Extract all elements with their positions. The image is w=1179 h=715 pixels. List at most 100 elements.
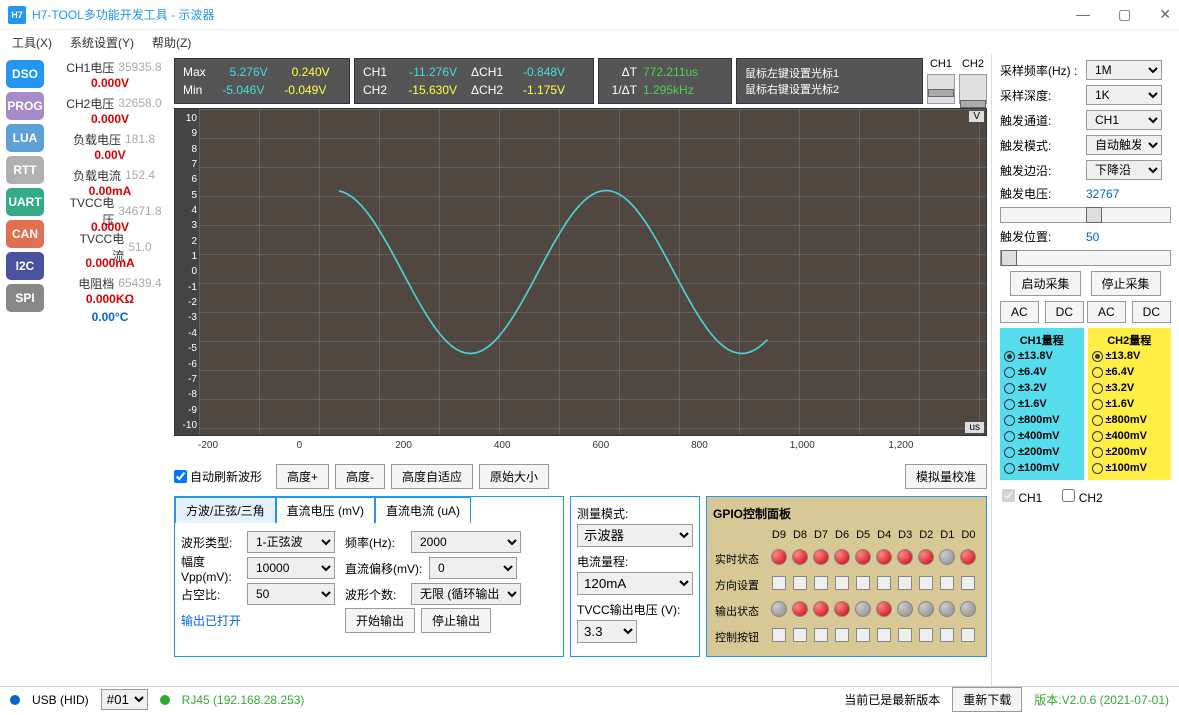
- window-title: H7-TOOL多功能开发工具 - 示波器: [32, 6, 214, 23]
- version-label: 版本:V2.0.6 (2021-07-01): [1034, 691, 1169, 708]
- ch2-ac-button[interactable]: AC: [1087, 301, 1126, 323]
- range-option[interactable]: ±3.2V: [1092, 380, 1168, 396]
- nav-spi[interactable]: SPI: [6, 284, 44, 312]
- height-auto-button[interactable]: 高度自适应: [391, 464, 473, 489]
- ch1-ac-button[interactable]: AC: [1000, 301, 1039, 323]
- gpio-dir-button[interactable]: [814, 576, 828, 590]
- freq-select[interactable]: 2000: [411, 531, 521, 553]
- range-option[interactable]: ±400mV: [1004, 428, 1080, 444]
- oscilloscope-plot[interactable]: 109876543210-1-2-3-4-5-6-7-8-9-10 V us: [174, 108, 987, 436]
- vpp-select[interactable]: 10000: [247, 557, 335, 579]
- tab-dcv[interactable]: 直流电压 (mV): [276, 497, 375, 523]
- gpio-dir-button[interactable]: [772, 576, 786, 590]
- sdepth-select[interactable]: 1K: [1086, 85, 1162, 105]
- range-option[interactable]: ±100mV: [1092, 460, 1168, 476]
- menu-tool[interactable]: 工具(X): [12, 34, 52, 51]
- autorefresh-checkbox[interactable]: 自动刷新波形: [174, 468, 262, 485]
- trigger-volt-slider[interactable]: [1000, 207, 1171, 223]
- ch1-enable-checkbox[interactable]: CH1: [1002, 489, 1042, 505]
- gpio-ctrl-button[interactable]: [856, 628, 870, 642]
- gpio-dir-button[interactable]: [877, 576, 891, 590]
- gpio-dir-button[interactable]: [961, 576, 975, 590]
- count-select[interactable]: 无限 (循环输出): [411, 583, 521, 605]
- tvcc-select[interactable]: 3.3: [577, 620, 637, 643]
- irange-select[interactable]: 120mA: [577, 572, 693, 595]
- range-option[interactable]: ±13.8V: [1004, 348, 1080, 364]
- height-plus-button[interactable]: 高度+: [276, 464, 329, 489]
- gpio-out-led: [855, 601, 871, 617]
- gpio-dir-button[interactable]: [856, 576, 870, 590]
- range-option[interactable]: ±800mV: [1004, 412, 1080, 428]
- ch1-dc-button[interactable]: DC: [1045, 301, 1084, 323]
- gpio-out-led: [960, 601, 976, 617]
- temp-value: 0.00°C: [50, 310, 170, 328]
- gpio-out-led: [876, 601, 892, 617]
- tedge-select[interactable]: 下降沿: [1086, 160, 1162, 180]
- nav-can[interactable]: CAN: [6, 220, 44, 248]
- range-option[interactable]: ±1.6V: [1092, 396, 1168, 412]
- app-logo: H7: [8, 6, 26, 24]
- stop-capture-button[interactable]: 停止采集: [1091, 271, 1161, 296]
- range-option[interactable]: ±3.2V: [1004, 380, 1080, 396]
- gpio-ctrl-button[interactable]: [877, 628, 891, 642]
- gpio-dir-button[interactable]: [919, 576, 933, 590]
- menu-sys[interactable]: 系统设置(Y): [70, 34, 134, 51]
- range-option[interactable]: ±100mV: [1004, 460, 1080, 476]
- tab-waveform[interactable]: 方波/正弦/三角: [175, 497, 276, 523]
- orig-size-button[interactable]: 原始大小: [479, 464, 549, 489]
- close-icon[interactable]: ✕: [1159, 6, 1171, 23]
- range-option[interactable]: ±13.8V: [1092, 348, 1168, 364]
- start-output-button[interactable]: 开始输出: [345, 608, 415, 633]
- nav-prog[interactable]: PROG: [6, 92, 44, 120]
- gpio-ctrl-button[interactable]: [898, 628, 912, 642]
- gpio-dir-button[interactable]: [835, 576, 849, 590]
- ch2-enable-checkbox[interactable]: CH2: [1062, 489, 1102, 505]
- gpio-ctrl-button[interactable]: [814, 628, 828, 642]
- gpio-ctrl-button[interactable]: [961, 628, 975, 642]
- nav-lua[interactable]: LUA: [6, 124, 44, 152]
- calib-button[interactable]: 模拟量校准: [905, 464, 987, 489]
- range-option[interactable]: ±800mV: [1092, 412, 1168, 428]
- meas-mode-select[interactable]: 示波器: [577, 524, 693, 547]
- gpio-dir-button[interactable]: [898, 576, 912, 590]
- tab-dci[interactable]: 直流电流 (uA): [375, 497, 471, 523]
- nav-i2c[interactable]: I2C: [6, 252, 44, 280]
- range-option[interactable]: ±6.4V: [1092, 364, 1168, 380]
- stop-output-button[interactable]: 停止输出: [421, 608, 491, 633]
- offset-select[interactable]: 0: [429, 557, 517, 579]
- srate-select[interactable]: 1M: [1086, 60, 1162, 80]
- gpio-ctrl-button[interactable]: [835, 628, 849, 642]
- maximize-icon[interactable]: ▢: [1118, 6, 1131, 23]
- menu-help[interactable]: 帮助(Z): [152, 34, 191, 51]
- minimize-icon[interactable]: —: [1076, 6, 1090, 23]
- range-option[interactable]: ±400mV: [1092, 428, 1168, 444]
- gpio-ctrl-button[interactable]: [772, 628, 786, 642]
- range-option[interactable]: ±200mV: [1004, 444, 1080, 460]
- device-index-select[interactable]: #01: [101, 689, 148, 710]
- gpio-ctrl-button[interactable]: [940, 628, 954, 642]
- ch2-dc-button[interactable]: DC: [1132, 301, 1171, 323]
- usb-status: USB (HID): [32, 693, 89, 707]
- duty-select[interactable]: 50: [247, 583, 335, 605]
- gpio-ctrl-button[interactable]: [919, 628, 933, 642]
- wave-type-select[interactable]: 1-正弦波: [247, 531, 335, 553]
- start-capture-button[interactable]: 启动采集: [1010, 271, 1080, 296]
- gpio-led: [876, 549, 892, 565]
- nav-dso[interactable]: DSO: [6, 60, 44, 88]
- rj45-status-icon: [160, 695, 170, 705]
- gpio-dir-button[interactable]: [793, 576, 807, 590]
- ch1-pos-slider[interactable]: [927, 74, 955, 104]
- tmode-select[interactable]: 自动触发: [1086, 135, 1162, 155]
- range-option[interactable]: ±1.6V: [1004, 396, 1080, 412]
- height-minus-button[interactable]: 高度-: [335, 464, 385, 489]
- range-option[interactable]: ±6.4V: [1004, 364, 1080, 380]
- gpio-dir-button[interactable]: [940, 576, 954, 590]
- redownload-button[interactable]: 重新下载: [952, 687, 1022, 712]
- gpio-ctrl-button[interactable]: [793, 628, 807, 642]
- trigger-pos-slider[interactable]: [1000, 250, 1171, 266]
- range-option[interactable]: ±200mV: [1092, 444, 1168, 460]
- tch-select[interactable]: CH1: [1086, 110, 1162, 130]
- ch2-pos-slider[interactable]: [959, 74, 987, 104]
- nav-uart[interactable]: UART: [6, 188, 44, 216]
- nav-rtt[interactable]: RTT: [6, 156, 44, 184]
